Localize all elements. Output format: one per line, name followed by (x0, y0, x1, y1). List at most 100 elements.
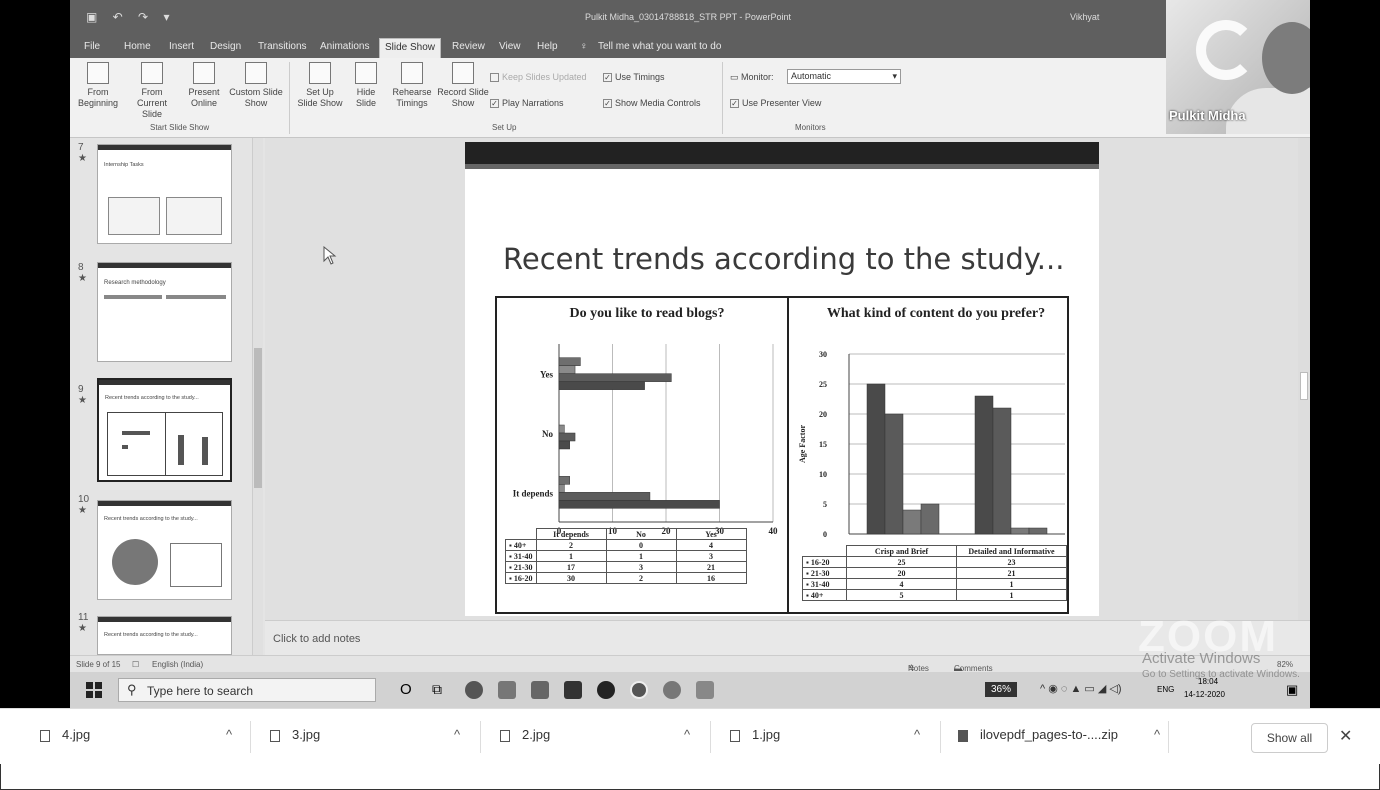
tab-help[interactable]: Help (537, 41, 558, 52)
input-language[interactable]: ENG (1157, 685, 1174, 694)
presenter-view-checkbox[interactable]: ✓ Use Presenter View (730, 98, 821, 109)
chevron-up-icon[interactable]: ^ (454, 727, 460, 742)
title-bar: ▣ ↶ ↷ ▾ Pulkit Midha_03014788818_STR PPT… (70, 0, 1310, 36)
row-label: ▪ 40+ (505, 539, 537, 551)
webcam-video[interactable]: Pulkit Midha (1166, 0, 1310, 134)
monitor-select[interactable]: Automatic ▾ (787, 69, 901, 84)
thumb-number: 8 ★ (78, 262, 87, 284)
row-label: ▪ 21-30 (802, 567, 847, 579)
ribbon: From Beginning From Current Slide Presen… (70, 58, 1310, 138)
table-cell: 1 (956, 589, 1067, 601)
tab-insert[interactable]: Insert (169, 41, 194, 52)
letterbox-right (1310, 0, 1380, 708)
slide-thumbnail-10[interactable]: Recent trends according to the study... (97, 500, 232, 600)
windows-start-icon[interactable] (86, 682, 102, 698)
task-view-icon[interactable]: ⧉ (432, 681, 442, 698)
use-timings-checkbox[interactable]: ✓ Use Timings (603, 72, 665, 83)
user-name[interactable]: Vikhyat (1070, 12, 1099, 22)
slide-thumbnail-9[interactable]: Recent trends according to the study... (97, 378, 232, 482)
download-item[interactable]: 3.jpg ^ (270, 727, 460, 742)
tab-design[interactable]: Design (210, 41, 241, 52)
y-tick-label: 25 (819, 380, 827, 389)
custom-show-button[interactable]: Custom Slide Show (228, 62, 284, 109)
chevron-up-icon[interactable]: ^ (684, 727, 690, 742)
powerpoint-window: ▣ ↶ ↷ ▾ Pulkit Midha_03014788818_STR PPT… (70, 0, 1310, 708)
file-icon (270, 729, 280, 742)
thumb-number: 10 ★ (78, 494, 90, 516)
thumbnail-scrollbar[interactable] (252, 138, 263, 655)
taskbar-search[interactable]: ⚲ Type here to search (118, 678, 376, 702)
table-cell: 20 (846, 567, 957, 579)
from-beginning-button[interactable]: From Beginning (72, 62, 124, 109)
hide-slide-button[interactable]: Hide Slide (348, 62, 384, 109)
table-cell: 23 (956, 556, 1067, 568)
tab-animations[interactable]: Animations (320, 41, 369, 52)
tab-home[interactable]: Home (124, 41, 151, 52)
chrome-icon[interactable] (663, 681, 681, 699)
play-narrations-checkbox[interactable]: ✓ Play Narrations (490, 98, 564, 109)
tray-icons[interactable]: ^ ◉ ◌ ▲ ▭ ◢ ◁) (1040, 682, 1122, 695)
show-media-controls-checkbox[interactable]: ✓ Show Media Controls (603, 98, 701, 109)
slide-thumbnail-pane: 7 ★ Internship Tasks 8 ★ Research methodol… (70, 138, 265, 655)
edge-icon[interactable] (465, 681, 483, 699)
chevron-up-icon[interactable]: ^ (914, 727, 920, 742)
zoom-taskbar-icon[interactable] (696, 681, 714, 699)
app-l-icon[interactable] (564, 681, 582, 699)
quick-access-toolbar[interactable]: ▣ ↶ ↷ ▾ (86, 10, 175, 24)
keep-slides-updated-checkbox[interactable]: Keep Slides Updated (490, 72, 587, 83)
table-header: Yes (675, 528, 747, 540)
table-row: ▪ 21-30 17 3 21 (505, 561, 747, 573)
thumb-pie (112, 539, 158, 585)
thumb-text-block (166, 295, 226, 345)
language-indicator[interactable]: English (India) (152, 660, 203, 669)
battery-indicator[interactable]: 36% (985, 682, 1018, 697)
slide-canvas[interactable]: Recent trends according to the study... … (465, 142, 1099, 616)
chevron-up-icon[interactable]: ^ (1154, 727, 1160, 742)
table-header: No (605, 528, 677, 540)
thumb-number: 9 ★ (78, 384, 87, 406)
present-online-icon (193, 62, 215, 84)
download-item[interactable]: 4.jpg ^ (40, 727, 232, 742)
tab-review[interactable]: Review (452, 41, 485, 52)
tab-view[interactable]: View (499, 41, 521, 52)
clock-date[interactable]: 14-12-2020 (1184, 690, 1225, 699)
cortana-icon[interactable]: O (400, 681, 412, 698)
slide-thumbnail-7[interactable]: Internship Tasks (97, 144, 232, 244)
close-icon[interactable]: ✕ (1339, 726, 1352, 746)
chevron-up-icon[interactable]: ^ (226, 727, 232, 742)
windows-taskbar: ⚲ Type here to search O ⧉ 36% ^ ◉ ◌ ▲ ▭ … (70, 672, 1310, 708)
notification-icon[interactable]: ▣ (1286, 682, 1298, 698)
download-item[interactable]: 2.jpg ^ (500, 727, 690, 742)
set-up-show-button[interactable]: Set Up Slide Show (295, 62, 345, 109)
powerpoint-taskbar-icon[interactable] (630, 681, 648, 699)
slide-scrollbar[interactable] (1298, 138, 1310, 620)
bar-21-30-yes (558, 373, 672, 382)
slide-header-bar (465, 164, 1099, 169)
tab-slide-show[interactable]: Slide Show (379, 38, 442, 58)
xbox-icon[interactable] (597, 681, 615, 699)
row-label: ▪ 16-20 (505, 572, 537, 584)
show-all-button[interactable]: Show all (1251, 723, 1328, 753)
mail-icon[interactable] (531, 681, 549, 699)
slide-thumbnail-11[interactable]: Recent trends according to the study... (97, 616, 232, 655)
zoom-level[interactable]: 82% (1277, 660, 1293, 669)
bar-40+-it-depends (558, 476, 570, 485)
tell-me-search[interactable]: Tell me what you want to do (598, 41, 721, 52)
tab-transitions[interactable]: Transitions (258, 41, 307, 52)
y-tick-label: 5 (823, 500, 827, 509)
file-explorer-icon[interactable] (498, 681, 516, 699)
download-separator (710, 721, 711, 753)
present-online-button[interactable]: Present Online (182, 62, 226, 109)
chart-container: Do you like to read blogs? 0 10 20 30 40 It d… (495, 296, 1069, 614)
y-tick-label: 20 (819, 410, 827, 419)
download-item[interactable]: 1.jpg ^ (730, 727, 920, 742)
slide-thumbnail-8[interactable]: Research methodology (97, 262, 232, 362)
rehearse-timings-button[interactable]: Rehearse Timings (388, 62, 436, 109)
tab-file[interactable]: File (84, 41, 100, 52)
spellcheck-icon[interactable]: ☐ (132, 660, 139, 669)
chart-1-title: Do you like to read blogs? (569, 306, 725, 321)
download-item[interactable]: ilovepdf_pages-to-....zip ^ (958, 727, 1160, 742)
table-cell: 21 (956, 567, 1067, 579)
record-slide-show-button[interactable]: Record Slide Show (437, 62, 489, 109)
from-current-button[interactable]: From Current Slide (126, 62, 178, 120)
